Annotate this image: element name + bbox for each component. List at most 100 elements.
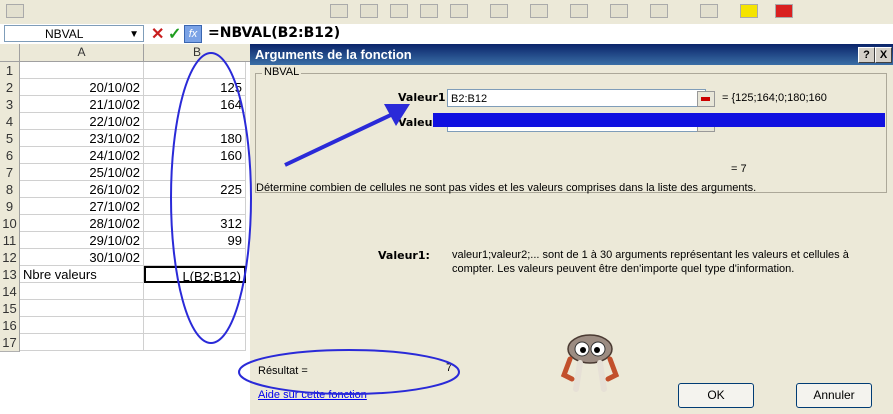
close-button[interactable]: X — [875, 47, 892, 63]
cell-a[interactable] — [20, 334, 144, 351]
name-box[interactable]: NBVAL ▼ — [4, 25, 144, 42]
column-header-b[interactable]: B — [144, 44, 251, 62]
cell-a[interactable]: 30/10/02 — [20, 249, 144, 266]
toolbar-button[interactable] — [570, 4, 588, 18]
cell-b[interactable] — [144, 249, 246, 266]
toolbar-button[interactable] — [450, 4, 468, 18]
row-header[interactable]: 12 — [0, 249, 20, 267]
highlight-color-button[interactable] — [740, 4, 758, 18]
function-arguments-dialog: Arguments de la fonction ? X NBVAL Valeu… — [250, 44, 893, 414]
cell-b[interactable]: 164 — [144, 96, 246, 113]
cell-a[interactable]: 28/10/02 — [20, 215, 144, 232]
cell-a[interactable]: 20/10/02 — [20, 79, 144, 96]
office-assistant-icon[interactable] — [560, 329, 620, 397]
help-link[interactable]: Aide sur cette fonction — [258, 389, 367, 401]
toolbar-button[interactable] — [420, 4, 438, 18]
row-header[interactable]: 10 — [0, 215, 20, 233]
cell-b[interactable] — [144, 283, 246, 300]
cell-a[interactable] — [20, 283, 144, 300]
toolbar-button[interactable] — [650, 4, 668, 18]
arg2-label: Valeur2 — [398, 116, 446, 129]
dialog-titlebar[interactable]: Arguments de la fonction — [250, 44, 893, 65]
row-header[interactable]: 11 — [0, 232, 20, 250]
check-icon[interactable]: ✓ — [168, 24, 181, 44]
toolbar-button[interactable] — [330, 4, 348, 18]
help-button[interactable]: ? — [858, 47, 875, 63]
cell-a[interactable]: 23/10/02 — [20, 130, 144, 147]
arg2-result: = nombre — [722, 117, 769, 129]
cell-b[interactable] — [144, 334, 246, 351]
insert-function-button[interactable]: fx — [184, 25, 202, 43]
cell-a[interactable]: 26/10/02 — [20, 181, 144, 198]
arguments-group: NBVAL Valeur1 B2:B12 = {125;164;0;180;16… — [255, 66, 887, 193]
help-arg-label: Valeur1: — [378, 249, 430, 262]
cell-b[interactable]: 125 — [144, 79, 246, 96]
cell-a[interactable]: 22/10/02 — [20, 113, 144, 130]
cancel-button[interactable]: Annuler — [796, 383, 872, 408]
cell-b[interactable]: 312 — [144, 215, 246, 232]
row-header[interactable]: 7 — [0, 164, 20, 182]
row-header[interactable]: 5 — [0, 130, 20, 148]
collapse-dialog-icon[interactable] — [697, 116, 715, 132]
cell-a[interactable]: 25/10/02 — [20, 164, 144, 181]
cell-a[interactable]: 27/10/02 — [20, 198, 144, 215]
cell-b[interactable]: 225 — [144, 181, 246, 198]
cell-a[interactable]: 29/10/02 — [20, 232, 144, 249]
arg1-label: Valeur1 — [398, 91, 446, 104]
cell-a[interactable] — [20, 300, 144, 317]
column-header-a[interactable]: A — [20, 44, 144, 62]
help-arg-text: valeur1;valeur2;... sont de 1 à 30 argum… — [452, 249, 849, 275]
arg2-input[interactable] — [447, 114, 706, 132]
toolbar-button[interactable] — [490, 4, 508, 18]
cell-b[interactable]: 180 — [144, 130, 246, 147]
toolbar-button[interactable] — [610, 4, 628, 18]
collapse-dialog-icon[interactable] — [697, 91, 715, 107]
result-label: Résultat = — [258, 365, 308, 377]
cell-b[interactable]: 160 — [144, 147, 246, 164]
toolbar-button[interactable] — [6, 4, 24, 18]
row-header[interactable]: 1 — [0, 62, 20, 80]
cell-b[interactable] — [144, 113, 246, 130]
row-header[interactable]: 14 — [0, 283, 20, 301]
cell-a[interactable] — [20, 62, 144, 79]
row-header[interactable]: 8 — [0, 181, 20, 199]
row-header[interactable]: 2 — [0, 79, 20, 97]
toolbar-button[interactable] — [700, 4, 718, 18]
row-header[interactable]: 16 — [0, 317, 20, 335]
cell-b[interactable] — [144, 300, 246, 317]
cell-a[interactable]: 21/10/02 — [20, 96, 144, 113]
active-cell[interactable]: L(B2:B12) — [144, 266, 246, 283]
toolbar — [0, 0, 893, 25]
ok-button[interactable]: OK — [678, 383, 754, 408]
formula-bar: NBVAL ▼ ✕ ✓ fx =NBVAL(B2:B12) — [0, 24, 893, 45]
row-header[interactable]: 17 — [0, 334, 20, 352]
toolbar-button[interactable] — [390, 4, 408, 18]
row-header[interactable]: 6 — [0, 147, 20, 165]
cell-b[interactable] — [144, 198, 246, 215]
toolbar-button[interactable] — [360, 4, 378, 18]
toolbar-button[interactable] — [530, 4, 548, 18]
total-result: = 7 — [731, 163, 747, 175]
function-name-label: NBVAL — [262, 66, 302, 78]
cell-a[interactable]: Nbre valeurs — [20, 266, 144, 283]
cell-b[interactable] — [144, 62, 246, 79]
formula-input[interactable]: =NBVAL(B2:B12) — [208, 25, 340, 41]
row-header[interactable]: 3 — [0, 96, 20, 114]
row-header[interactable]: 13 — [0, 266, 20, 284]
cell-b[interactable]: 99 — [144, 232, 246, 249]
spreadsheet-grid: A B 1 2 20/10/02 125 3 21/10/02 164 4 22/10/02 5 2… — [0, 44, 251, 414]
cell-a[interactable]: 24/10/02 — [20, 147, 144, 164]
row-header[interactable]: 15 — [0, 300, 20, 318]
cell-a[interactable] — [20, 317, 144, 334]
arg1-input[interactable]: B2:B12 — [447, 89, 706, 107]
function-description: Détermine combien de cellules ne sont pa… — [256, 182, 757, 194]
row-header[interactable]: 4 — [0, 113, 20, 131]
row-header[interactable]: 9 — [0, 198, 20, 216]
select-all-corner[interactable] — [0, 44, 20, 62]
font-color-button[interactable] — [775, 4, 793, 18]
result-value: 7 — [446, 362, 453, 374]
cell-b[interactable] — [144, 164, 246, 181]
cell-b[interactable] — [144, 317, 246, 334]
cancel-icon[interactable]: ✕ — [151, 24, 164, 44]
chevron-down-icon[interactable]: ▼ — [129, 26, 139, 43]
